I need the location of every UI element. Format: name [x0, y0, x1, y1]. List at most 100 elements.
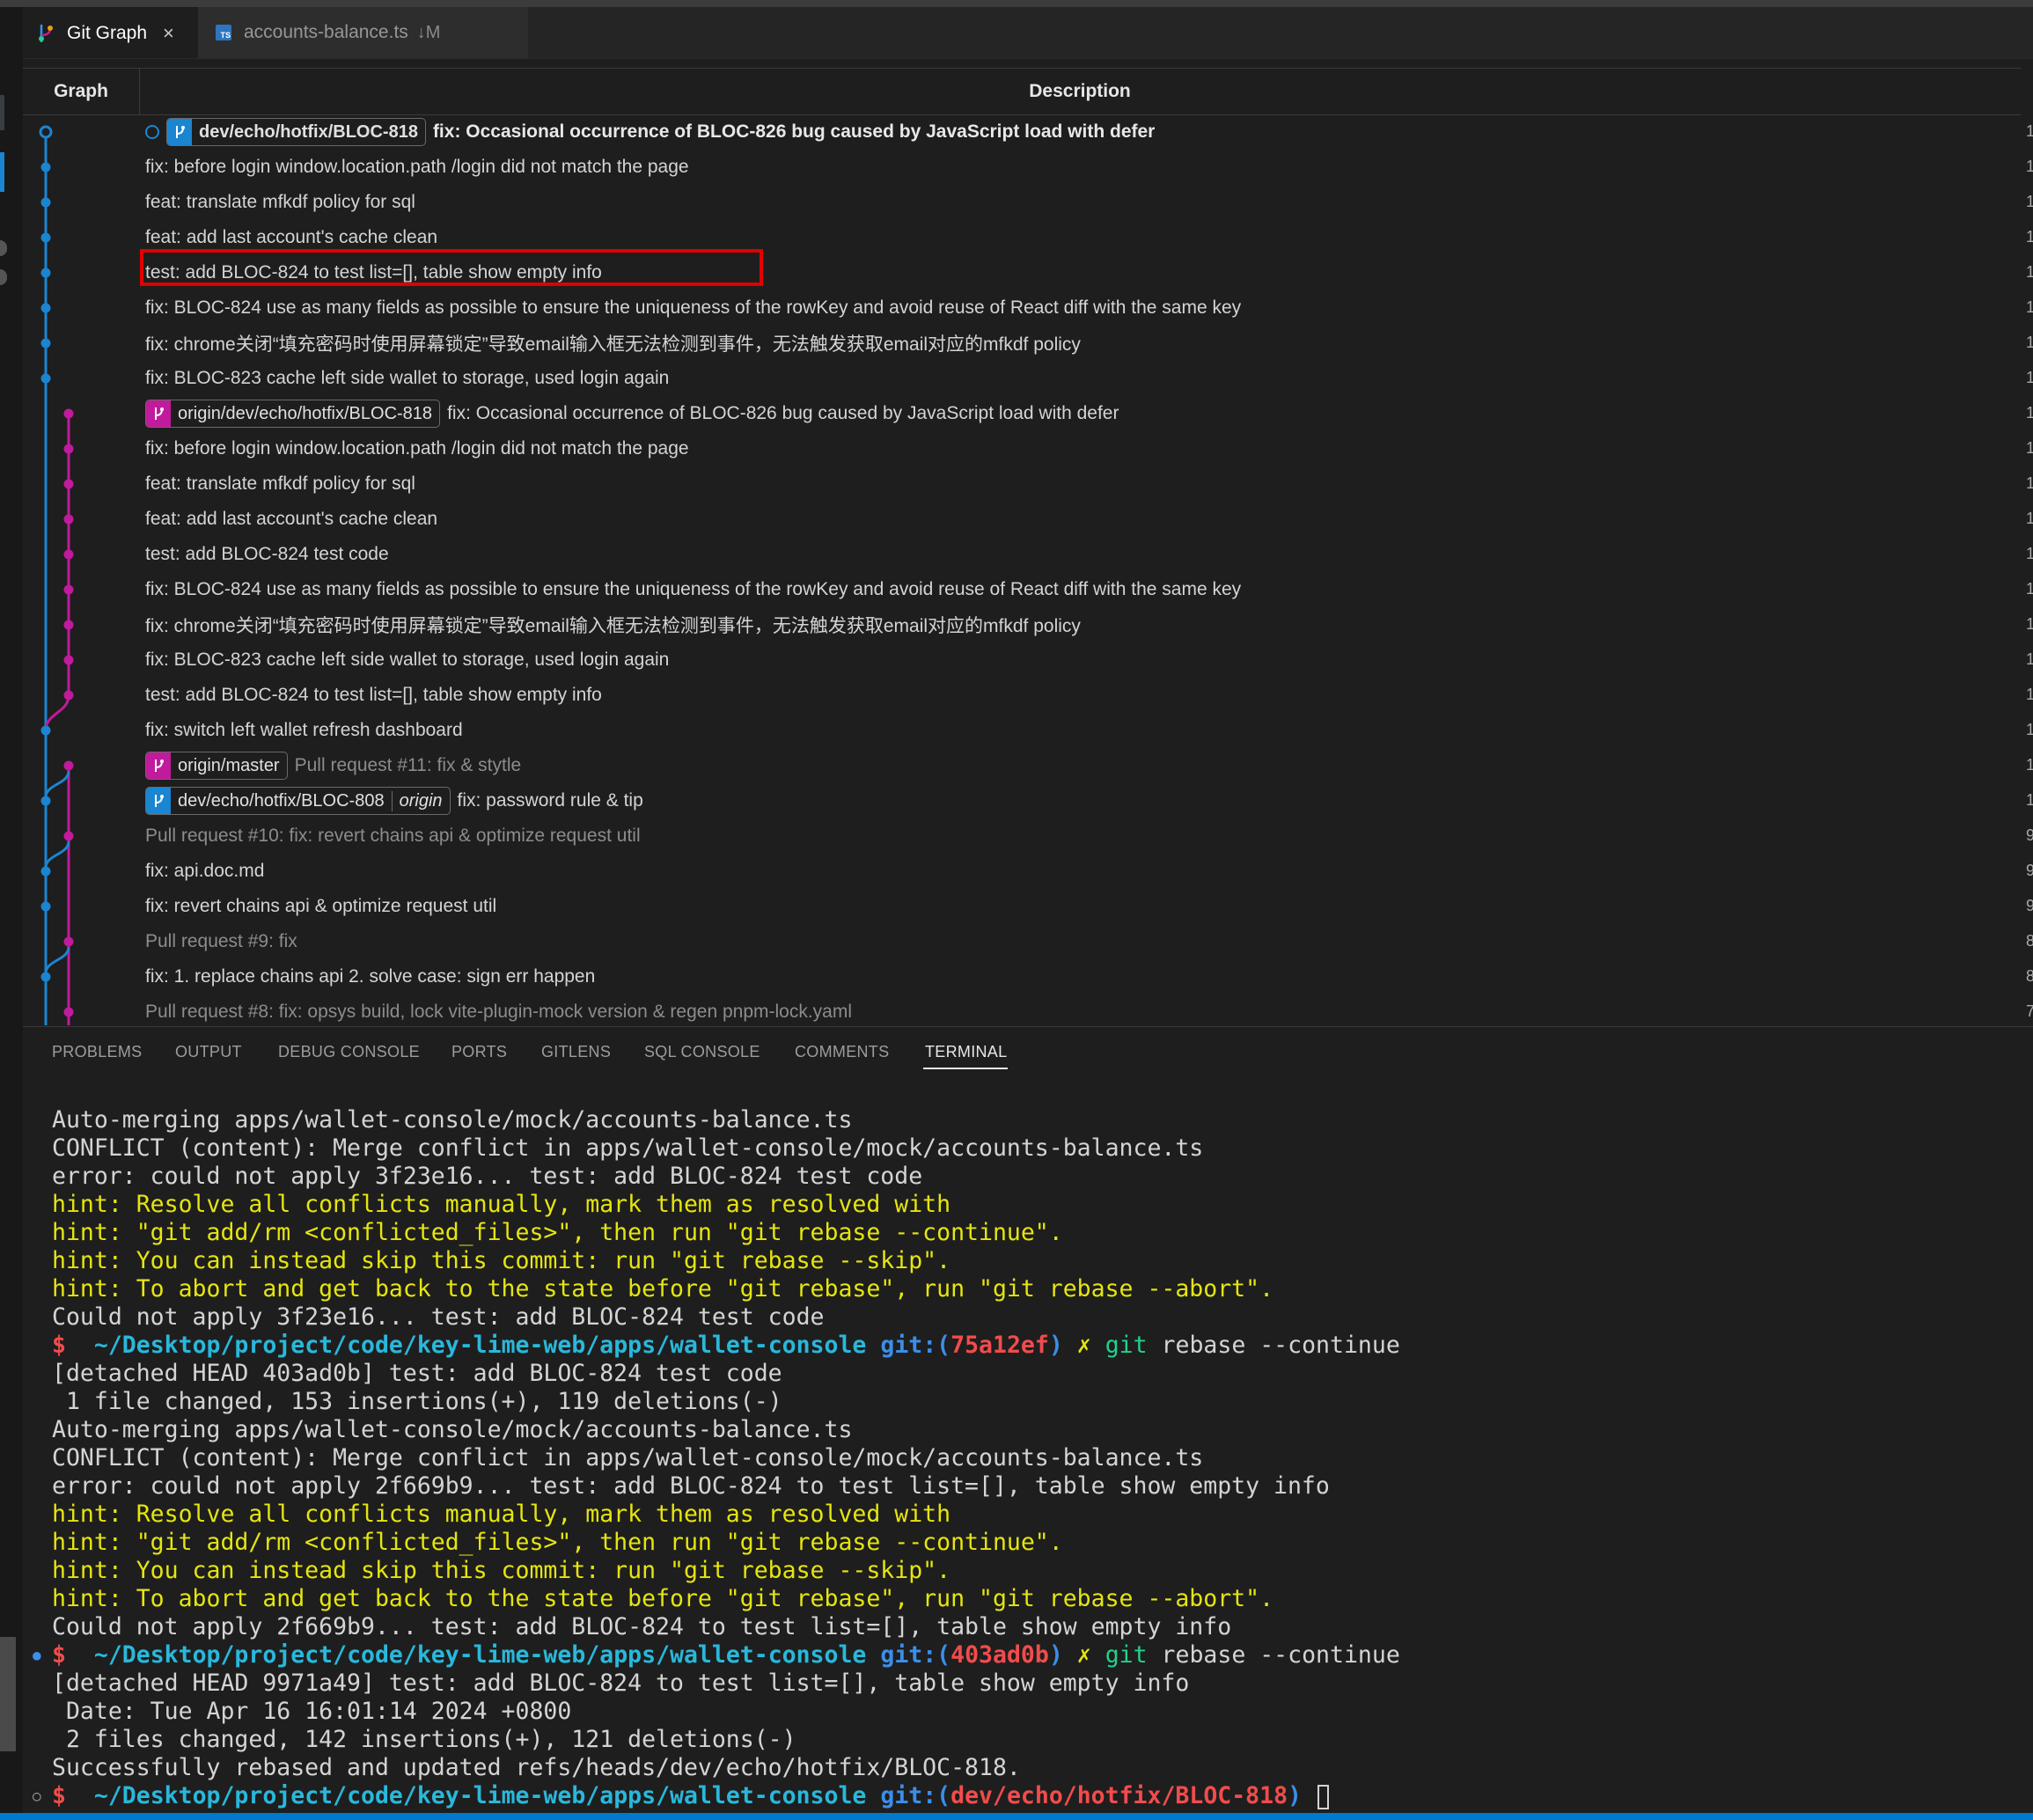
terminal-cursor[interactable]	[1317, 1784, 1329, 1809]
date-digit: 1	[2026, 791, 2033, 809]
column-header-graph[interactable]: Graph	[23, 69, 140, 114]
commit-row[interactable]: fix: BLOC-824 use as many fields as poss…	[145, 572, 1241, 607]
commit-node[interactable]	[40, 338, 51, 349]
prompt-git-label: git:(	[880, 1782, 951, 1809]
commit-node[interactable]	[63, 760, 74, 771]
tab-gitlens[interactable]: GITLENS	[541, 1043, 611, 1061]
tab-terminal[interactable]: TERMINAL	[925, 1043, 1007, 1061]
commit-message: fix: password rule & tip	[457, 790, 643, 811]
commit-node[interactable]	[40, 232, 51, 243]
commit-message: fix: chrome关闭“填充密码时使用屏幕锁定”导致email输入框无法检测…	[145, 334, 1081, 355]
terminal-line: 1 file changed, 153 insertions(+), 119 d…	[52, 1388, 1400, 1416]
commit-node[interactable]	[40, 303, 51, 313]
truncated-date-column: 1 1 1 1 1 1 1 1 1 1 1 1 1 1 1 1 1 1 1 1 9 9 9 8 8 7	[2022, 114, 2033, 1025]
commit-row[interactable]: Pull request #8: fix: opsys build, lock …	[145, 994, 852, 1025]
branch-ref-badge[interactable]: dev/echo/hotfix/BLOC-808 origin	[145, 787, 451, 815]
tab-git-graph[interactable]: Git Graph ×	[23, 7, 198, 58]
commit-node[interactable]	[63, 690, 74, 701]
commit-node[interactable]	[63, 444, 74, 454]
tab-sql-console[interactable]: SQL CONSOLE	[644, 1043, 760, 1061]
branch-ref-badge[interactable]: origin/dev/echo/hotfix/BLOC-818	[145, 400, 441, 428]
command-decoration-icon[interactable]: ●	[33, 1641, 41, 1670]
command-decoration-icon[interactable]: ○	[33, 1782, 41, 1810]
commit-node[interactable]	[40, 373, 51, 384]
commit-row[interactable]: origin/master Pull request #11: fix & sty…	[145, 748, 521, 783]
commit-node[interactable]	[63, 936, 74, 947]
panel-scrollbar[interactable]	[0, 1637, 16, 1751]
commit-row[interactable]: fix: revert chains api & optimize reques…	[145, 889, 496, 924]
date-digit: 9	[2026, 826, 2033, 844]
commit-node[interactable]	[40, 725, 51, 736]
tab-comments[interactable]: COMMENTS	[795, 1043, 889, 1061]
commit-row[interactable]: fix: switch left wallet refresh dashboar…	[145, 713, 463, 748]
commit-node[interactable]	[40, 268, 51, 278]
terminal-output[interactable]: Auto-merging apps/wallet-console/mock/ac…	[33, 1106, 1400, 1810]
commit-row[interactable]: fix: BLOC-824 use as many fields as poss…	[145, 290, 1241, 326]
commit-row[interactable]: fix: before login window.location.path /…	[145, 431, 689, 466]
commit-row[interactable]: feat: translate mfkdf policy for sql	[145, 466, 415, 502]
commit-row[interactable]: dev/echo/hotfix/BLOC-808 origin fix: passw…	[145, 783, 643, 818]
tab-problems[interactable]: PROBLEMS	[52, 1043, 142, 1061]
dirty-mark: ✗	[1076, 1641, 1091, 1669]
prompt-branch: 75a12ef	[950, 1332, 1049, 1359]
commit-row[interactable]: feat: add last account's cache clean	[145, 502, 437, 537]
commit-node[interactable]	[40, 972, 51, 982]
output-text: Date: Tue Apr 16 16:01:14 2024 +0800	[52, 1698, 572, 1725]
commit-node[interactable]	[40, 901, 51, 912]
git-graph-icon	[39, 25, 53, 42]
commit-node[interactable]	[40, 197, 51, 208]
output-text: Auto-merging apps/wallet-console/mock/ac…	[52, 1416, 853, 1443]
commit-message: Pull request #9: fix	[145, 931, 297, 951]
date-digit: 1	[2026, 474, 2033, 492]
commit-row[interactable]: fix: api.doc.md	[145, 854, 264, 889]
column-header-description[interactable]: Description	[139, 69, 2021, 114]
terminal-line: hint: "git add/rm <conflicted_files>", t…	[52, 1219, 1400, 1247]
commit-row[interactable]: fix: BLOC-823 cache left side wallet to …	[145, 361, 669, 396]
commit-node[interactable]	[63, 479, 74, 489]
commit-row[interactable]: origin/dev/echo/hotfix/BLOC-818 fix: Occa…	[145, 396, 1119, 431]
tab-ports[interactable]: PORTS	[451, 1043, 507, 1061]
commit-message: fix: BLOC-823 cache left side wallet to …	[145, 649, 670, 670]
tab-accounts-balance[interactable]: TS accounts-balance.ts ↓M	[198, 7, 528, 58]
commit-node[interactable]	[63, 584, 74, 595]
commit-node[interactable]	[63, 549, 74, 560]
close-icon[interactable]: ×	[163, 22, 174, 45]
date-digit: 1	[2026, 545, 2033, 562]
commit-row[interactable]: test: add BLOC-824 to test list=[], tabl…	[145, 678, 602, 713]
commit-node[interactable]	[63, 408, 74, 419]
commit-row[interactable]: feat: translate mfkdf policy for sql	[145, 185, 415, 220]
commit-node[interactable]	[63, 831, 74, 841]
commit-row[interactable]: fix: before login window.location.path /…	[145, 150, 689, 185]
commit-node[interactable]	[63, 514, 74, 525]
branch-ref-name: origin/dev/echo/hotfix/BLOC-818	[178, 403, 433, 423]
commit-row[interactable]: test: add BLOC-824 test code	[145, 537, 389, 572]
commit-row[interactable]: fix: chrome关闭“填充密码时使用屏幕锁定”导致email输入框无法检测…	[145, 607, 1081, 642]
tab-output[interactable]: OUTPUT	[175, 1043, 242, 1061]
command-name: git	[1105, 1641, 1148, 1669]
commit-node[interactable]	[39, 125, 53, 139]
commit-row[interactable]: fix: BLOC-823 cache left side wallet to …	[145, 642, 669, 678]
output-text: Could not apply 2f669b9... test: add BLO…	[52, 1613, 1232, 1640]
terminal-line: hint: Resolve all conflicts manually, ma…	[52, 1191, 1400, 1219]
commit-node[interactable]	[63, 655, 74, 665]
branch-ref-badge[interactable]: origin/master	[145, 752, 288, 780]
branch-ref-badge[interactable]: dev/echo/hotfix/BLOC-818	[166, 118, 426, 146]
commit-row[interactable]: Pull request #9: fix	[145, 924, 297, 959]
output-text: 2 files changed, 142 insertions(+), 121 …	[52, 1726, 796, 1753]
commit-row[interactable]: dev/echo/hotfix/BLOC-818 fix: Occasional …	[145, 114, 1155, 150]
highlight-annotation-box	[140, 249, 763, 286]
tab-debug-console[interactable]: DEBUG CONSOLE	[278, 1043, 420, 1061]
commit-node[interactable]	[63, 1007, 74, 1017]
commit-row[interactable]: Pull request #10: fix: revert chains api…	[145, 818, 641, 854]
commit-row[interactable]: fix: chrome关闭“填充密码时使用屏幕锁定”导致email输入框无法检测…	[145, 326, 1081, 361]
terminal-line: hint: Resolve all conflicts manually, ma…	[52, 1501, 1400, 1529]
commit-node[interactable]	[40, 162, 51, 172]
commit-row[interactable]: fix: 1. replace chains api 2. solve case…	[145, 959, 595, 994]
commit-message: fix: BLOC-824 use as many fields as poss…	[145, 579, 1242, 599]
commit-node[interactable]	[40, 866, 51, 877]
commit-node[interactable]	[40, 796, 51, 806]
terminal-line: Auto-merging apps/wallet-console/mock/ac…	[52, 1416, 1400, 1444]
commit-node[interactable]	[63, 620, 74, 630]
date-digit: 1	[2026, 369, 2033, 386]
status-bar	[0, 1813, 2033, 1820]
